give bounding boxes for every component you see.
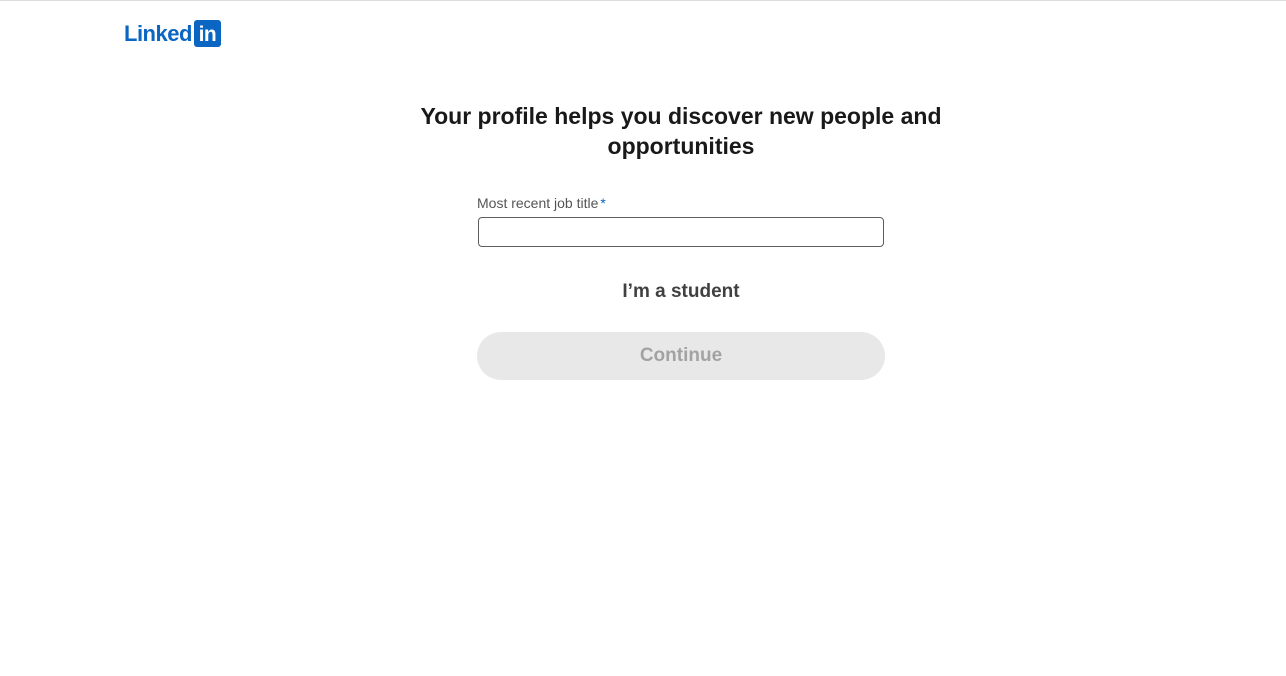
job-title-input[interactable]: [478, 217, 884, 247]
student-link[interactable]: I’m a student: [477, 280, 885, 304]
logo-wordmark: Linked: [124, 21, 192, 46]
linkedin-logo[interactable]: Linked in: [124, 20, 221, 47]
job-title-label-text: Most recent job title: [477, 195, 599, 211]
required-marker: *: [600, 195, 606, 211]
top-divider: [0, 0, 1286, 1]
job-title-label: Most recent job title *: [477, 194, 606, 212]
page-headline: Your profile helps you discover new peop…: [420, 103, 942, 159]
continue-button[interactable]: Continue: [477, 332, 885, 380]
logo-in-box: in: [193, 20, 221, 47]
